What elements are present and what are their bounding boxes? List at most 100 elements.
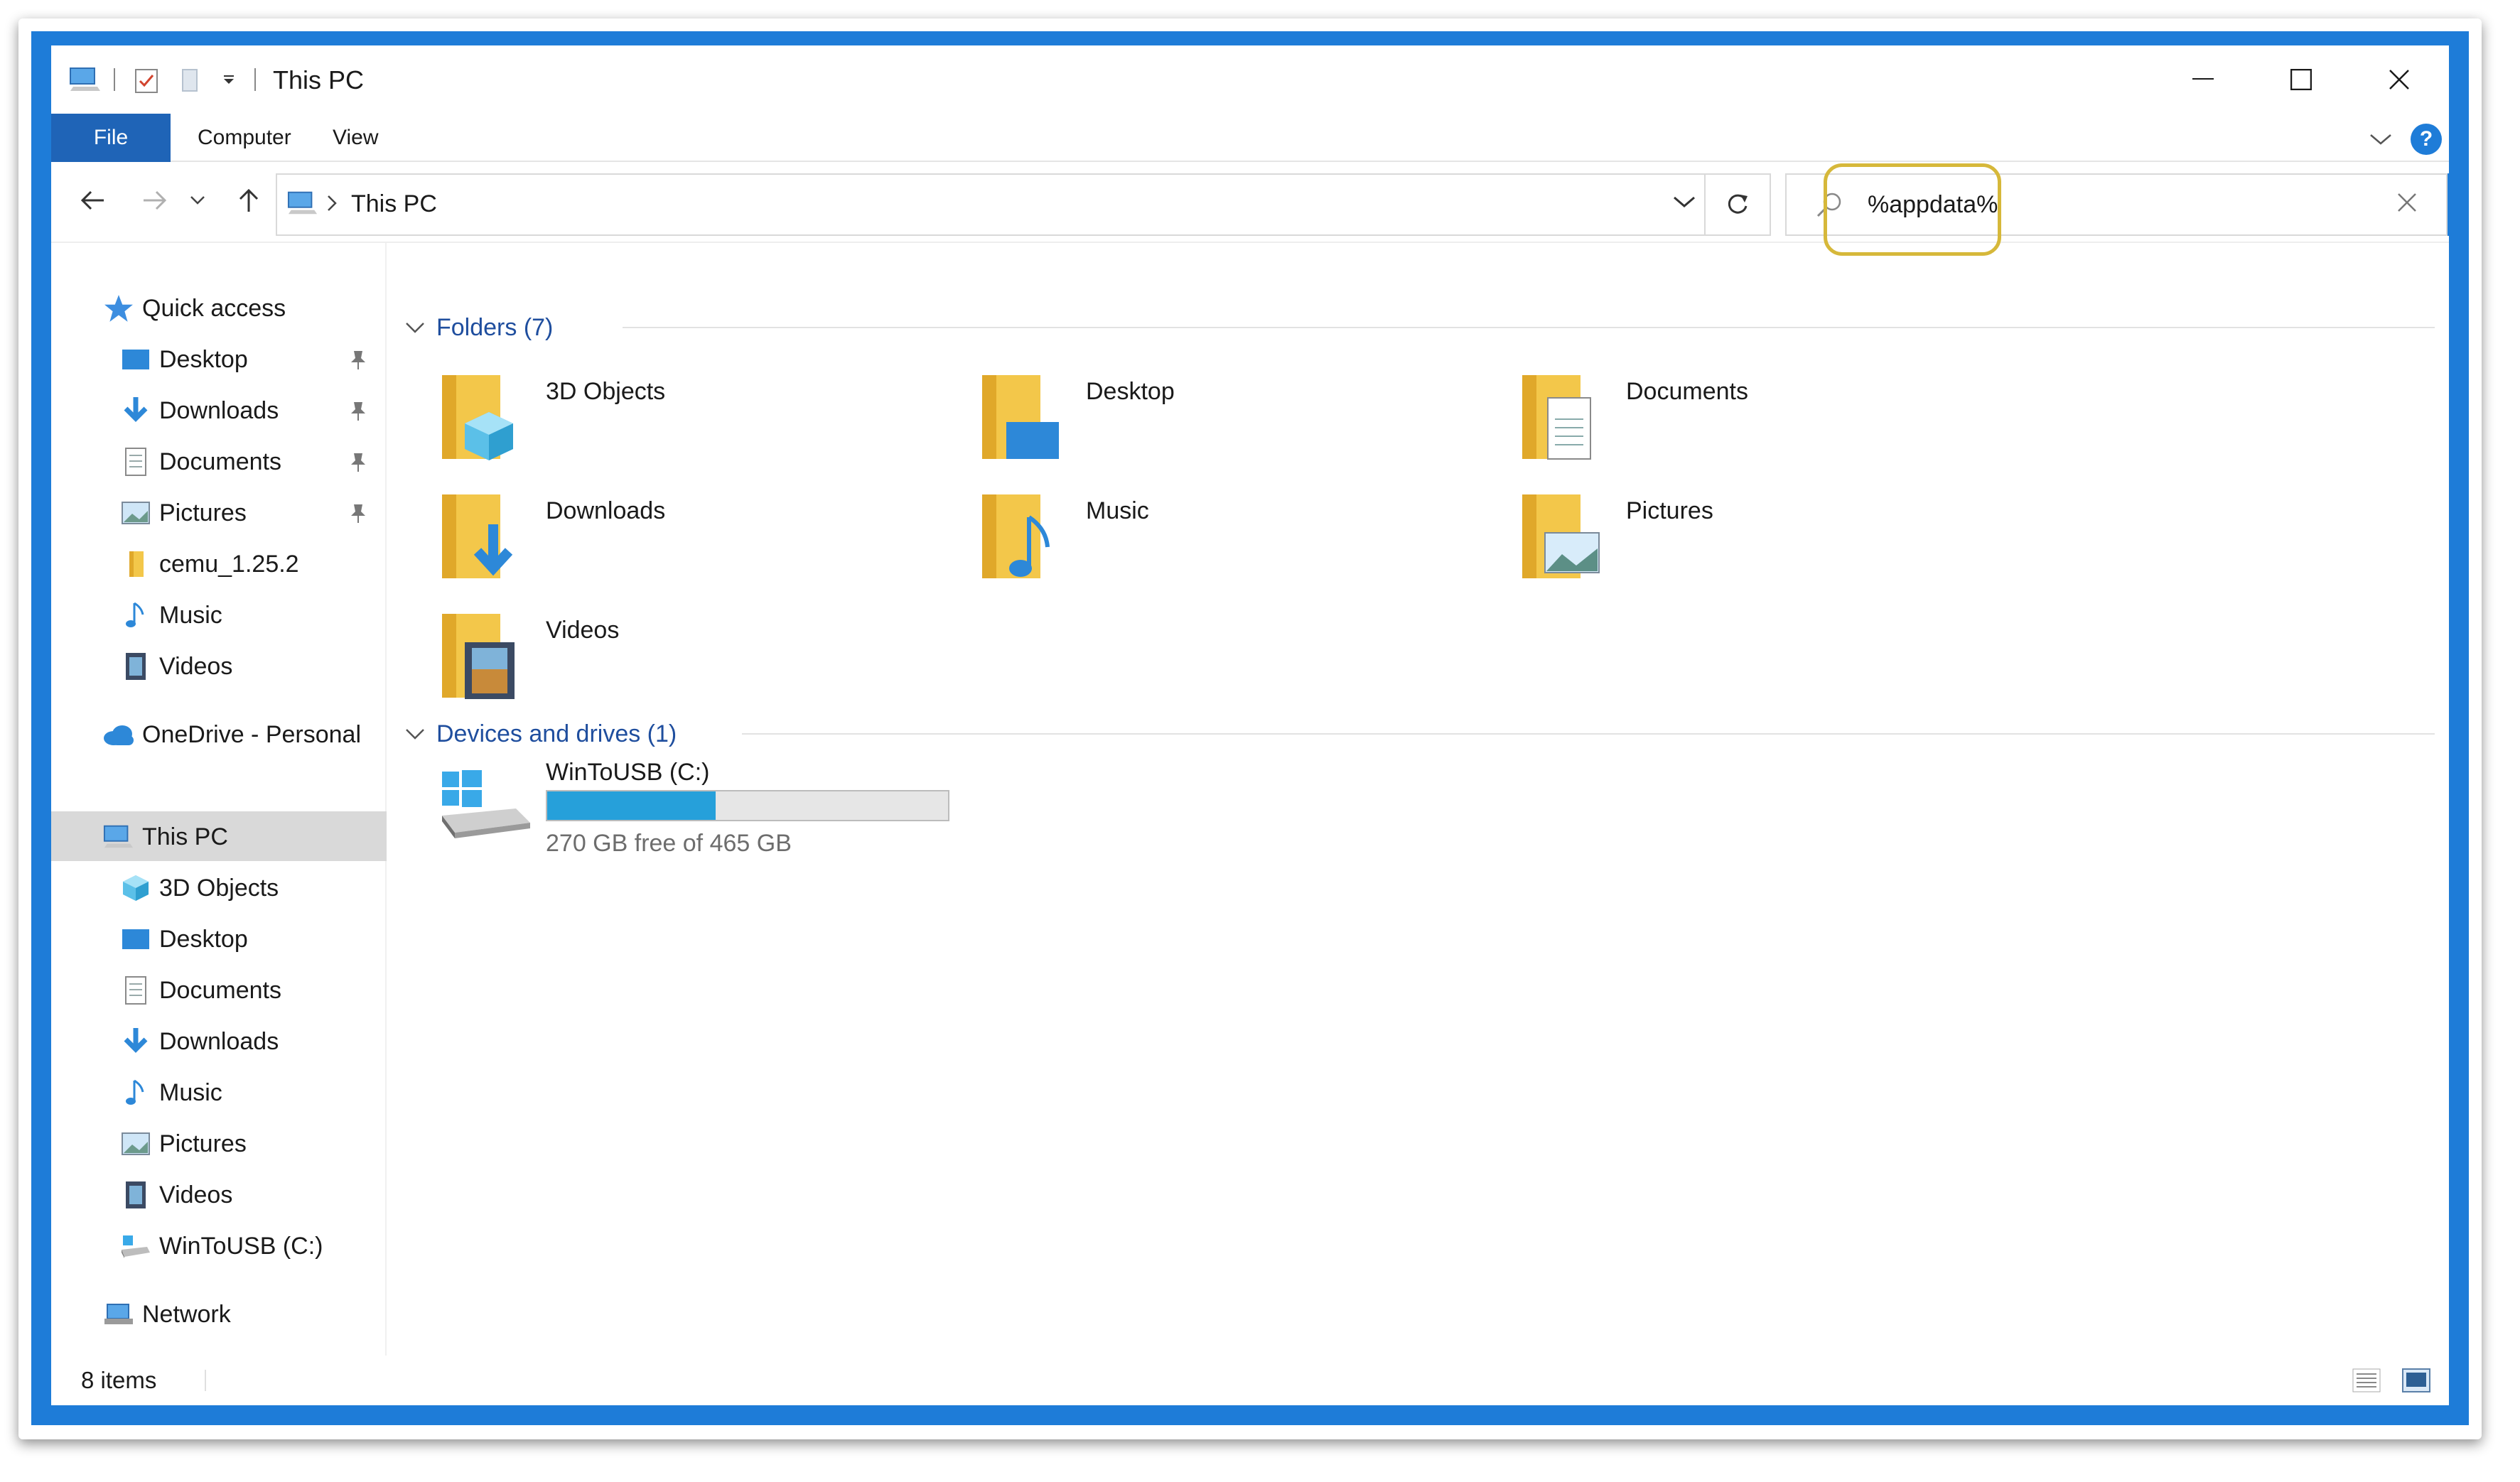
nav-quick-music[interactable]: Music [119,593,222,638]
window-title: This PC [273,65,365,94]
help-button[interactable]: ? [2411,124,2442,155]
nav-label: cemu_1.25.2 [159,550,299,578]
nav-quick-documents[interactable]: Documents [119,439,382,485]
nav-label: Music [159,601,222,629]
music-icon [119,1076,152,1109]
close-icon [2389,70,2409,90]
refresh-button[interactable] [1706,173,1771,236]
this-pc-icon [287,189,318,221]
new-folder-icon[interactable] [172,63,206,97]
folder-videos[interactable]: Videos [439,608,908,719]
breadcrumb-this-pc[interactable]: This PC [351,190,437,218]
recent-locations-button[interactable] [183,179,212,222]
clear-search-button[interactable] [2396,192,2418,217]
nav-pc-pictures[interactable]: Pictures [119,1121,247,1167]
videos-folder-icon [442,614,515,699]
nav-quick-cemu[interactable]: cemu_1.25.2 [119,541,299,587]
ribbon-tabs: File Computer View ? [51,114,2449,162]
folder-label: Music [1086,497,1149,524]
up-button[interactable] [227,179,270,222]
nav-pc-videos[interactable]: Videos [119,1172,232,1218]
address-toolbar: This PC [51,163,2449,256]
group-divider [623,327,2435,328]
nav-label: Desktop [159,925,248,953]
tab-computer[interactable]: Computer [198,114,291,162]
folder-3d-objects[interactable]: 3D Objects [439,369,908,480]
folder-icon [119,548,152,580]
status-separator [205,1370,206,1391]
nav-onedrive[interactable]: OneDrive - Personal [102,712,361,757]
folder-label: 3D Objects [546,378,666,405]
back-button[interactable] [71,179,114,222]
nav-pc-drive-c[interactable]: WinToUSB (C:) [119,1223,323,1269]
nav-label: WinToUSB (C:) [159,1232,323,1260]
3d-objects-icon [119,872,152,904]
desktop-folder-icon [982,375,1059,459]
close-icon [2398,193,2416,212]
chevron-down-icon [406,729,424,740]
nav-quick-desktop[interactable]: Desktop [119,337,382,382]
drive-wintousb-c[interactable]: WinToUSB (C:) 270 GB free of 465 GB [439,759,979,872]
group-divider [742,733,2435,735]
drive-free-space: 270 GB free of 465 GB [546,830,792,857]
address-bar[interactable]: This PC [276,173,1706,236]
nav-this-pc[interactable]: This PC [102,814,228,860]
folder-pictures[interactable]: Pictures [1519,489,1988,600]
forward-button[interactable] [134,179,176,222]
breadcrumb-chevron-icon[interactable] [325,193,338,217]
address-history-button[interactable] [1673,195,1696,212]
folder-label: Documents [1626,378,1748,405]
documents-folder-icon [1522,375,1591,460]
nav-label: Desktop [159,345,248,373]
expand-ribbon-button[interactable] [2366,126,2395,152]
nav-pc-music[interactable]: Music [119,1070,222,1115]
nav-label: Documents [159,448,281,475]
downloads-folder-icon [442,494,513,578]
tab-view[interactable]: View [333,114,378,162]
folder-label: Videos [546,617,620,644]
details-view-icon [2352,1368,2381,1392]
minimize-button[interactable] [2153,45,2253,114]
search-input[interactable] [1868,182,2358,227]
nav-quick-access[interactable]: Quick access [102,286,286,331]
nav-label: Videos [159,652,233,680]
nav-quick-videos[interactable]: Videos [119,644,232,689]
refresh-icon [1728,194,1748,214]
nav-label: Quick access [142,294,286,322]
group-header-folders[interactable]: Folders (7) [405,308,553,347]
go-button[interactable] [2448,173,2449,236]
folder-desktop[interactable]: Desktop [979,369,1448,480]
large-icons-view-button[interactable] [2402,1368,2430,1396]
nav-quick-pictures[interactable]: Pictures [119,490,382,536]
search-box[interactable] [1785,173,2448,236]
drive-usage-bar [546,790,949,821]
nav-quick-downloads[interactable]: Downloads [119,388,382,433]
details-view-button[interactable] [2352,1368,2381,1396]
group-title: Devices and drives (1) [436,720,677,747]
tab-file[interactable]: File [51,114,171,162]
folder-music[interactable]: Music [979,489,1448,600]
star-icon [102,292,135,325]
nav-pc-3d-objects[interactable]: 3D Objects [119,865,279,911]
folder-documents[interactable]: Documents [1519,369,1988,480]
back-arrow-icon [80,190,104,210]
maximize-button[interactable] [2251,45,2351,114]
nav-pc-documents[interactable]: Documents [119,968,281,1013]
window-border: This PC File Computer View ? This PC %ap… [31,31,2469,1425]
customize-toolbar-icon[interactable] [215,63,243,97]
drive-usage-fill [547,791,716,820]
nav-pc-downloads[interactable]: Downloads [119,1019,279,1064]
nav-label: OneDrive - Personal [142,720,362,748]
nav-network[interactable]: Network [102,1292,231,1337]
close-button[interactable] [2349,45,2449,114]
properties-icon[interactable] [129,63,163,97]
large-icons-view-icon [2402,1368,2430,1392]
music-folder-icon [982,494,1050,578]
group-header-devices[interactable]: Devices and drives (1) [405,715,677,753]
cloud-icon [102,718,135,751]
folder-downloads[interactable]: Downloads [439,489,908,600]
drive-name: WinToUSB (C:) [546,759,710,786]
content-pane: Folders (7) 3D Objects Desktop Documents… [388,243,2449,1380]
chevron-down-icon [190,196,205,205]
nav-pc-desktop[interactable]: Desktop [119,916,248,962]
